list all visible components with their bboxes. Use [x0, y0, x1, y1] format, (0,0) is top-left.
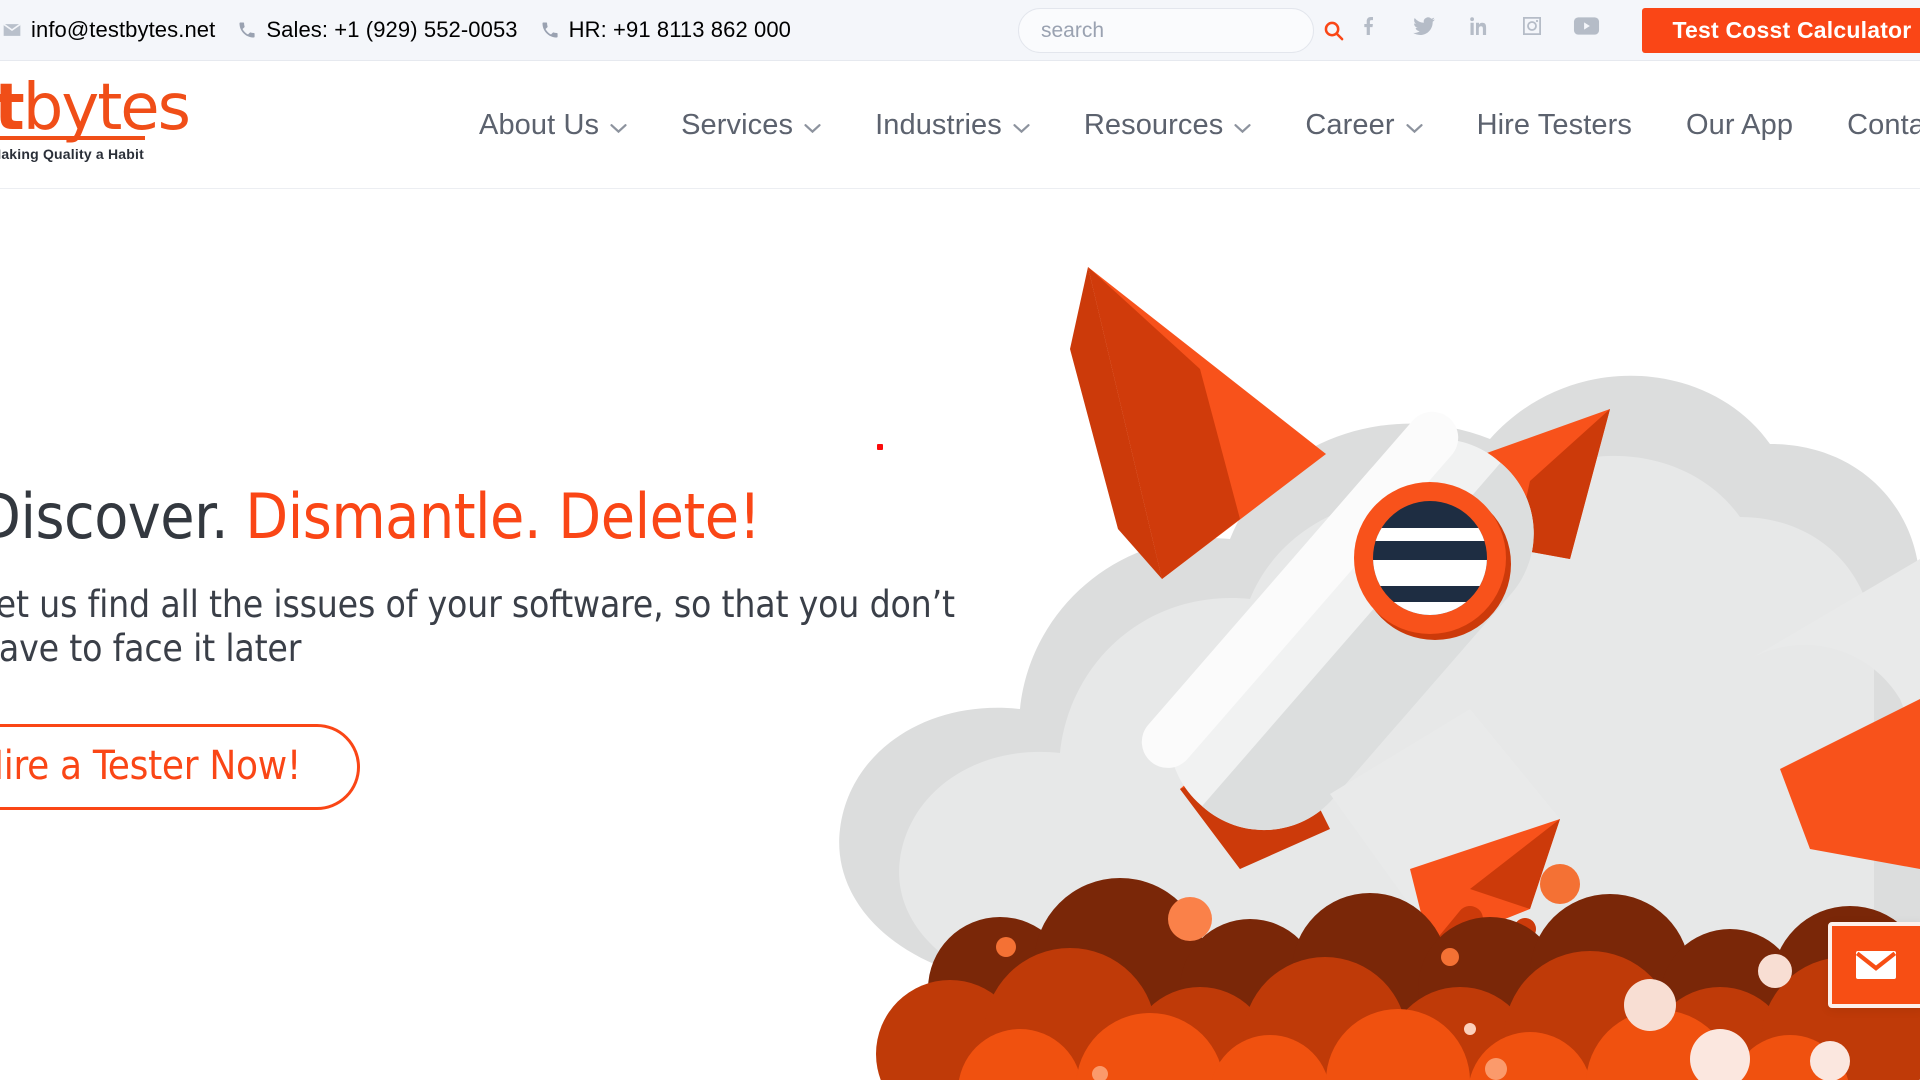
- logo-word-bold: st: [0, 71, 25, 145]
- logo-wordmark: stbytes: [0, 76, 191, 140]
- nav-item-industries[interactable]: Industries: [848, 109, 1057, 142]
- search-box: [1018, 8, 1344, 53]
- social-links: [1356, 12, 1600, 40]
- hero-headline-accent: Dismantle. Delete!: [245, 480, 761, 553]
- instagram-icon[interactable]: [1518, 12, 1546, 40]
- nav-label: Hire Testers: [1476, 108, 1632, 141]
- nav-label: Contact: [1847, 108, 1920, 141]
- nav-item-contact[interactable]: Contact: [1820, 109, 1920, 142]
- envelope-icon: [2, 20, 22, 40]
- contact-email[interactable]: info@testbytes.net: [2, 17, 215, 43]
- site-logo[interactable]: stbytes Making Quality a Habit: [0, 76, 191, 162]
- primary-nav: About Us Services Industries Resources C…: [452, 61, 1920, 189]
- nav-item-hire-testers[interactable]: Hire Testers: [1450, 109, 1659, 142]
- nav-label: Our App: [1685, 108, 1794, 141]
- twitter-icon[interactable]: [1410, 12, 1438, 40]
- hero-copy: Discover. Dismantle. Delete! Let us find…: [0, 484, 978, 811]
- chevron-down-icon: [610, 123, 627, 134]
- contact-hr-phone[interactable]: HR: +91 8113 862 000: [540, 17, 791, 43]
- nav-label: Services: [681, 108, 794, 141]
- hero-headline: Discover. Dismantle. Delete!: [0, 484, 978, 549]
- email-float-button[interactable]: [1828, 922, 1920, 1008]
- contact-info-group: info@testbytes.net Sales: +1 (929) 552-0…: [0, 17, 791, 43]
- chevron-down-icon: [804, 123, 821, 134]
- top-utility-bar: info@testbytes.net Sales: +1 (929) 552-0…: [0, 0, 1920, 61]
- contact-email-text: info@testbytes.net: [31, 17, 216, 42]
- search-button[interactable]: [1322, 9, 1345, 52]
- nav-item-career[interactable]: Career: [1278, 109, 1449, 142]
- contact-hr-text: HR: +91 8113 862 000: [568, 17, 792, 42]
- facebook-icon[interactable]: [1356, 12, 1384, 40]
- logo-tagline: Making Quality a Habit: [0, 146, 144, 162]
- hero-section: Discover. Dismantle. Delete! Let us find…: [0, 189, 1920, 1080]
- nav-item-resources[interactable]: Resources: [1057, 109, 1279, 142]
- linkedin-icon[interactable]: [1464, 12, 1492, 40]
- test-cost-calculator-button[interactable]: Test Cosst Calculator: [1642, 8, 1920, 53]
- nav-label: About Us: [479, 108, 600, 141]
- nav-item-about-us[interactable]: About Us: [452, 109, 654, 142]
- chevron-down-icon: [1013, 123, 1030, 134]
- envelope-icon: [1852, 941, 1900, 989]
- nav-label: Industries: [875, 108, 1002, 141]
- phone-icon: [237, 20, 257, 40]
- phone-icon: [540, 20, 560, 40]
- chevron-down-icon: [1234, 123, 1251, 134]
- hero-headline-dark: Discover.: [0, 480, 229, 553]
- nav-item-our-app[interactable]: Our App: [1659, 109, 1820, 142]
- search-icon: [1322, 19, 1345, 42]
- chevron-down-icon: [1405, 123, 1423, 134]
- contact-sales-text: Sales: +1 (929) 552-0053: [266, 17, 518, 42]
- search-input[interactable]: [1019, 18, 1322, 43]
- nav-item-services[interactable]: Services: [654, 109, 848, 142]
- main-navbar: stbytes Making Quality a Habit About Us …: [0, 61, 1920, 189]
- hire-a-tester-button[interactable]: Hire a Tester Now!: [0, 724, 360, 811]
- nav-label: Resources: [1083, 108, 1224, 141]
- contact-sales-phone[interactable]: Sales: +1 (929) 552-0053: [237, 17, 518, 43]
- nav-label: Career: [1305, 108, 1395, 141]
- logo-word-rest: bytes: [22, 71, 191, 145]
- youtube-icon[interactable]: [1572, 12, 1600, 40]
- hero-subtitle: Let us find all the issues of your softw…: [0, 583, 955, 670]
